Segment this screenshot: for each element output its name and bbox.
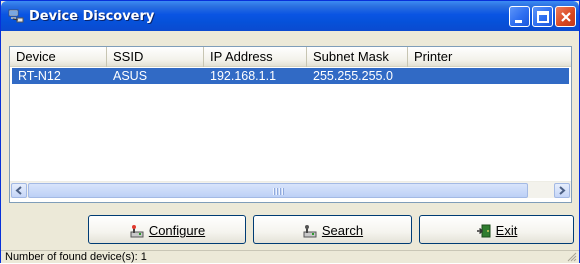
maximize-button[interactable] [532,6,553,27]
chevron-left-icon [15,186,22,195]
exit-button[interactable]: Exit [419,215,574,244]
exit-door-icon [476,224,491,238]
search-button[interactable]: Search [253,215,412,244]
resize-grip-icon[interactable] [566,251,577,262]
configure-icon [130,224,144,238]
device-list[interactable]: Device SSID IP Address Subnet Mask Print… [9,46,572,203]
column-header-device[interactable]: Device [10,47,107,67]
configure-button[interactable]: Configure [88,215,246,244]
column-header-printer[interactable]: Printer [408,47,571,67]
maximize-icon [537,11,549,23]
close-button[interactable] [555,6,576,27]
search-router-icon [303,224,317,238]
title-bar[interactable]: Device Discovery [1,1,579,31]
cell-device: RT-N12 [18,69,61,83]
column-header-subnet-mask[interactable]: Subnet Mask [307,47,408,67]
device-discovery-window: Device Discovery Device SSID IP Address … [0,0,580,263]
column-header-ip-address[interactable]: IP Address [204,47,307,67]
minimize-icon [515,20,522,23]
cell-ip-address: 192.168.1.1 [210,69,277,83]
close-icon [561,12,571,22]
cell-subnet-mask: 255.255.255.0 [313,69,393,83]
cell-ssid: ASUS [113,69,148,83]
list-header: Device SSID IP Address Subnet Mask Print… [10,47,571,67]
cell-printer [408,68,569,84]
exit-label: Exit [495,223,518,239]
search-label: Search [321,223,364,239]
status-text: Number of found device(s): 1 [5,251,147,263]
table-row[interactable]: RT-N12 ASUS 192.168.1.1 255.255.255.0 [12,68,569,84]
scrollbar-thumb[interactable] [28,183,528,198]
minimize-button[interactable] [509,6,530,27]
scroll-grip [273,188,285,195]
chevron-right-icon [559,186,566,195]
window-title: Device Discovery [29,9,155,24]
configure-label: Configure [148,223,206,239]
column-header-ssid[interactable]: SSID [107,47,204,67]
status-bar: Number of found device(s): 1 [1,250,579,263]
horizontal-scrollbar[interactable] [10,181,571,198]
scroll-left-button[interactable] [11,183,27,198]
network-icon [8,9,24,23]
scroll-right-button[interactable] [554,183,570,198]
